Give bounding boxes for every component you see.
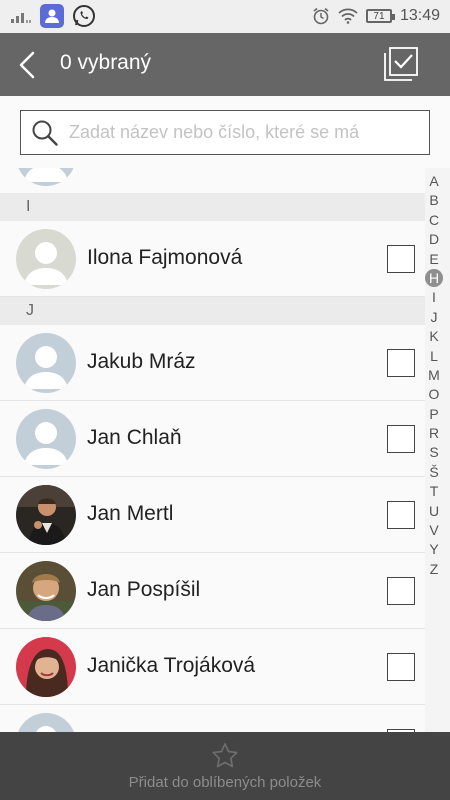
contact-row[interactable]: Jan Mertl — [0, 477, 425, 553]
contact-name: Jakub Mráz — [87, 350, 196, 373]
index-letter-active-label: H — [425, 268, 443, 287]
contact-checkbox[interactable] — [387, 501, 415, 529]
battery-level: 71 — [373, 10, 385, 22]
contact-row[interactable]: Jan Chlaň — [0, 401, 425, 477]
contact-row[interactable]: Janička Trojáková — [0, 629, 425, 705]
list-item-partial — [0, 705, 425, 732]
add-to-favorites-button[interactable]: Přidat do oblíbených položek — [0, 774, 450, 791]
search-icon — [32, 120, 58, 146]
contact-checkbox[interactable] — [387, 245, 415, 273]
star-icon — [212, 743, 238, 768]
contact-name: Jan Chlaň — [87, 426, 182, 449]
contacts-app-icon — [40, 4, 64, 28]
selection-count-title: 0 vybraný — [60, 51, 152, 74]
battery-icon: 71 — [365, 9, 395, 23]
index-letter[interactable]: M — [424, 366, 444, 385]
status-time: 13:49 — [399, 7, 440, 24]
index-letter[interactable]: J — [424, 308, 444, 327]
index-letter[interactable]: K — [424, 327, 444, 346]
search-input[interactable] — [69, 111, 423, 153]
select-all-icon[interactable] — [384, 47, 418, 81]
signal-icon — [11, 13, 31, 23]
status-bar: 71 13:49 — [0, 0, 450, 33]
avatar — [16, 713, 76, 732]
index-letter[interactable]: T — [424, 482, 444, 501]
contact-checkbox[interactable] — [387, 425, 415, 453]
add-to-favorites-bar[interactable]: Přidat do oblíbených položek — [0, 732, 450, 800]
alarm-icon — [313, 7, 329, 25]
index-letter[interactable]: V — [424, 521, 444, 540]
contact-name: Ilona Fajmonová — [87, 246, 243, 269]
index-letter[interactable]: R — [424, 424, 444, 443]
index-letter[interactable]: Š — [424, 463, 444, 482]
contact-checkbox[interactable] — [387, 653, 415, 681]
contact-checkbox[interactable] — [387, 577, 415, 605]
contact-row[interactable]: Ilona Fajmonová — [0, 221, 425, 297]
contact-name: Jan Pospíšil — [87, 578, 201, 601]
avatar — [16, 409, 76, 469]
whatsapp-icon — [73, 5, 95, 27]
contact-row[interactable]: Jan Pospíšil — [0, 553, 425, 629]
index-letter-active[interactable]: H — [424, 268, 444, 288]
index-letter[interactable]: Y — [424, 540, 444, 559]
avatar — [16, 168, 76, 186]
contact-name: Jan Mertl — [87, 502, 174, 525]
wifi-icon — [338, 8, 358, 24]
contact-checkbox[interactable] — [387, 349, 415, 377]
alphabet-index[interactable]: A B C D E H I J K L M O P R S Š T U V Y … — [424, 172, 444, 579]
app-header: 0 vybraný — [0, 33, 450, 96]
avatar — [16, 333, 76, 393]
avatar — [16, 229, 76, 289]
index-letter[interactable]: E — [424, 250, 444, 269]
index-letter[interactable]: P — [424, 405, 444, 424]
index-letter[interactable]: S — [424, 443, 444, 462]
index-letter[interactable]: U — [424, 502, 444, 521]
section-header-j: J — [0, 297, 425, 325]
index-letter[interactable]: I — [424, 288, 444, 307]
avatar-photo — [16, 485, 76, 545]
index-letter[interactable]: A — [424, 172, 444, 191]
index-letter[interactable]: L — [424, 347, 444, 366]
section-header-i: I — [0, 193, 425, 221]
contact-list[interactable]: I Ilona Fajmonová J Jakub Mráz Jan Chlaň — [0, 168, 450, 732]
search-area — [0, 96, 450, 168]
index-letter[interactable]: B — [424, 191, 444, 210]
avatar-photo — [16, 561, 76, 621]
index-letter[interactable]: D — [424, 230, 444, 249]
contact-row[interactable]: Jakub Mráz — [0, 325, 425, 401]
contact-name: Janička Trojáková — [87, 654, 256, 677]
back-arrow-icon[interactable] — [14, 49, 42, 81]
list-item-partial — [0, 168, 425, 194]
index-letter[interactable]: O — [424, 385, 444, 404]
index-letter[interactable]: Z — [424, 560, 444, 579]
search-box[interactable] — [20, 110, 430, 155]
avatar-photo — [16, 637, 76, 697]
index-letter[interactable]: C — [424, 211, 444, 230]
